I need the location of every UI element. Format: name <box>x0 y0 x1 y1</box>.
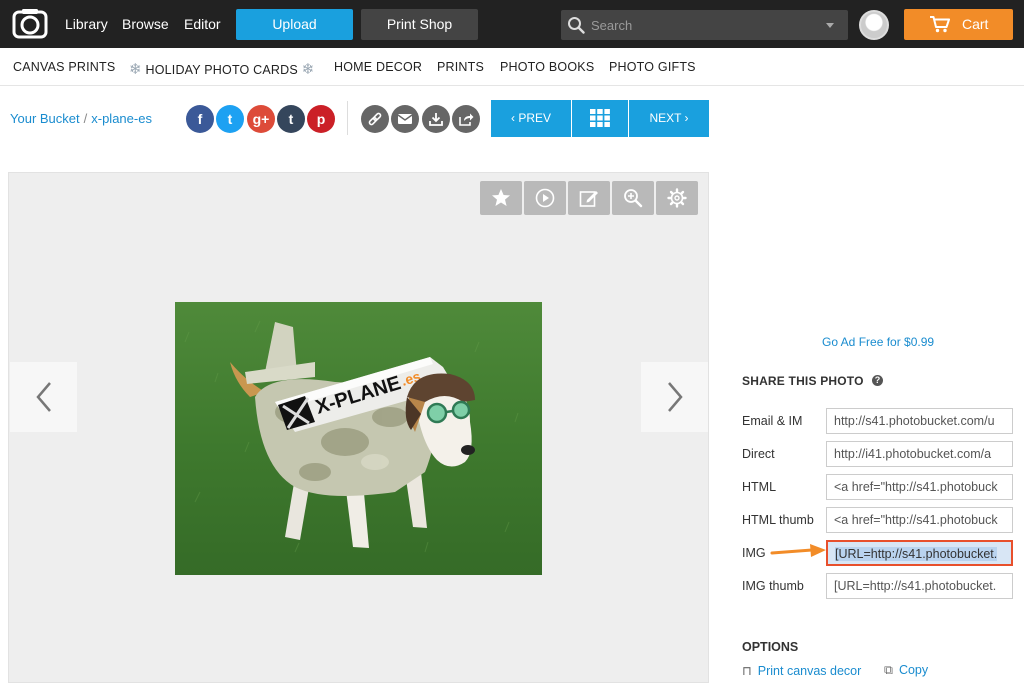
upload-button[interactable]: Upload <box>236 9 353 40</box>
camera-logo-icon[interactable] <box>12 8 48 40</box>
category-prints[interactable]: PRINTS <box>437 60 484 74</box>
snowflake-icon: ❄ <box>301 61 315 78</box>
print-canvas-link[interactable]: ⊓ Print canvas decor <box>742 663 861 678</box>
pinterest-share-button[interactable]: p <box>307 105 335 133</box>
category-home-decor[interactable]: HOME DECOR <box>334 60 422 74</box>
share-img-field[interactable]: [URL=http://s41.photobucket. <box>826 540 1013 566</box>
copy-link[interactable]: ⧉ Copy <box>884 663 928 678</box>
print-canvas-label: Print canvas decor <box>757 664 862 678</box>
breadcrumb: Your Bucket / x-plane-es <box>10 111 152 126</box>
share-label-img: IMG <box>742 546 766 560</box>
next-photo-button[interactable] <box>641 362 708 432</box>
facebook-share-button[interactable]: f <box>186 105 214 133</box>
share-email-field[interactable]: http://s41.photobucket.com/u <box>826 408 1013 434</box>
snowflake-icon: ❄ <box>129 61 142 78</box>
ad-free-link[interactable]: Go Ad Free for $0.99 <box>822 335 934 349</box>
breadcrumb-root[interactable]: Your Bucket <box>10 111 80 126</box>
share-img-value: [URL=http://s41.photobucket. <box>835 547 998 561</box>
download-button[interactable] <box>422 105 450 133</box>
gear-icon <box>667 188 687 208</box>
email-button[interactable] <box>391 105 419 133</box>
category-nav: CANVAS PRINTS ❄ HOLIDAY PHOTO CARDS ❄ HO… <box>0 48 1024 86</box>
photo-viewer: X-PLANE .es <box>8 172 709 683</box>
share-photo-title: SHARE THIS PHOTO <box>742 374 864 388</box>
google-plus-share-button[interactable]: g+ <box>247 105 275 133</box>
nav-browse[interactable]: Browse <box>122 16 169 32</box>
print-shop-button[interactable]: Print Shop <box>361 9 478 40</box>
link-button[interactable] <box>361 105 389 133</box>
prev-button[interactable]: ‹ PREV <box>491 100 571 137</box>
chevron-down-icon[interactable] <box>826 23 834 28</box>
grid-icon <box>590 109 610 127</box>
edit-icon <box>579 191 598 207</box>
share-button[interactable] <box>452 105 480 133</box>
play-icon <box>535 188 555 208</box>
search-box <box>561 10 848 40</box>
favorite-button[interactable] <box>480 181 522 215</box>
cart-button[interactable]: Cart <box>904 9 1013 40</box>
divider <box>347 101 348 135</box>
avatar[interactable] <box>859 10 889 40</box>
share-img-thumb-field[interactable]: [URL=http://s41.photobucket. <box>826 573 1013 599</box>
grid-button[interactable] <box>572 100 628 137</box>
zoom-icon <box>624 189 643 208</box>
help-icon[interactable]: ? <box>872 375 883 386</box>
slideshow-button[interactable] <box>524 181 566 215</box>
share-label-html-thumb: HTML thumb <box>742 513 814 527</box>
search-input[interactable] <box>591 10 811 40</box>
tumblr-share-button[interactable]: t <box>277 105 305 133</box>
category-holiday-photo-cards[interactable]: ❄ HOLIDAY PHOTO CARDS ❄ <box>129 60 314 78</box>
share-icon <box>459 113 474 126</box>
zoom-button[interactable] <box>612 181 654 215</box>
previous-photo-button[interactable] <box>10 362 77 432</box>
breadcrumb-separator: / <box>83 111 88 126</box>
cart-icon <box>930 16 950 33</box>
share-html-field[interactable]: <a href="http://s41.photobuck <box>826 474 1013 500</box>
copy-label: Copy <box>898 663 929 677</box>
category-label: HOLIDAY PHOTO CARDS <box>145 63 298 77</box>
star-icon <box>492 189 510 206</box>
share-label-direct: Direct <box>742 447 775 461</box>
main-photo[interactable]: X-PLANE .es <box>175 302 542 575</box>
top-nav: Library Browse Editor Upload Print Shop … <box>0 0 1024 48</box>
cart-label: Cart <box>962 16 989 32</box>
copy-icon: ⧉ <box>884 663 893 677</box>
share-html-thumb-field[interactable]: <a href="http://s41.photobuck <box>826 507 1013 533</box>
category-photo-books[interactable]: PHOTO BOOKS <box>500 60 594 74</box>
share-label-html: HTML <box>742 480 777 494</box>
link-icon <box>368 112 382 126</box>
next-button[interactable]: NEXT › <box>629 100 709 137</box>
email-icon <box>397 114 413 124</box>
category-canvas-prints[interactable]: CANVAS PRINTS <box>13 60 115 74</box>
share-label-img-thumb: IMG thumb <box>742 579 804 593</box>
breadcrumb-album[interactable]: x-plane-es <box>91 111 152 126</box>
share-direct-field[interactable]: http://i41.photobucket.com/a <box>826 441 1013 467</box>
chevron-right-icon <box>668 382 683 412</box>
options-title: OPTIONS <box>742 640 799 654</box>
share-label-email: Email & IM <box>742 414 803 428</box>
arrow-right-icon <box>770 544 826 557</box>
settings-button[interactable] <box>656 181 698 215</box>
edit-button[interactable] <box>568 181 610 215</box>
frame-icon: ⊓ <box>742 664 752 678</box>
search-icon[interactable] <box>567 16 585 34</box>
twitter-share-button[interactable]: t <box>216 105 244 133</box>
nav-editor[interactable]: Editor <box>184 16 221 32</box>
download-icon <box>429 113 443 126</box>
chevron-left-icon <box>36 382 51 412</box>
nav-library[interactable]: Library <box>65 16 108 32</box>
category-photo-gifts[interactable]: PHOTO GIFTS <box>609 60 696 74</box>
